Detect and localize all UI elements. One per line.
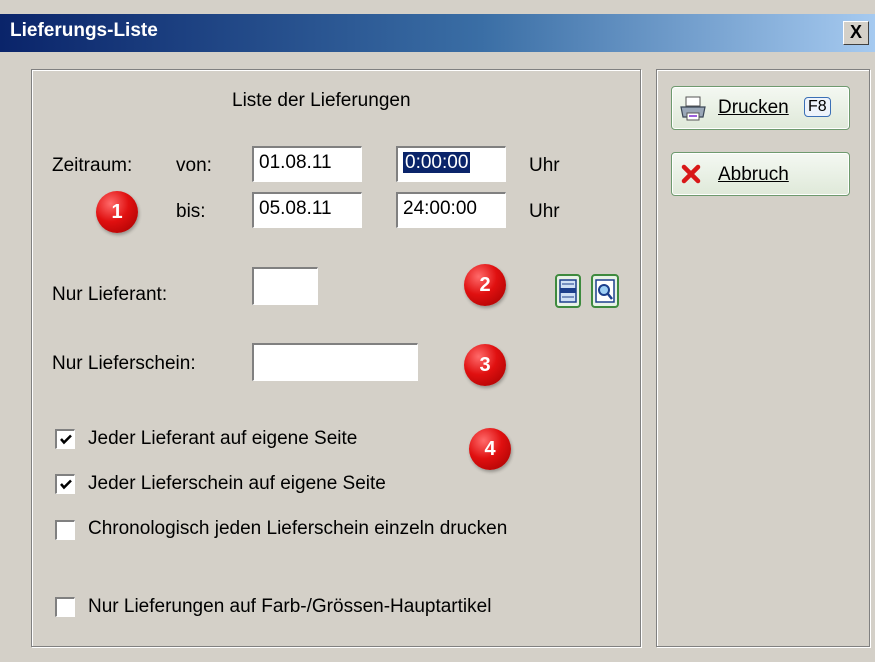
dialog-window: Lieferungs-Liste X Liste der Lieferungen… xyxy=(0,0,875,662)
delivery-note-field[interactable] xyxy=(252,343,418,381)
magnifier-icon xyxy=(595,279,615,303)
window-title: Lieferungs-Liste xyxy=(10,20,158,41)
to-label: bis: xyxy=(176,201,206,222)
print-mnemonic: Drucken xyxy=(718,97,789,118)
supplier-field[interactable] xyxy=(252,267,318,305)
from-time-field[interactable]: 0:00:00 xyxy=(396,146,506,182)
close-button[interactable]: X xyxy=(843,21,869,45)
supplier-search-button[interactable] xyxy=(591,274,619,308)
supplier-list-button[interactable] xyxy=(555,274,581,308)
red-x-icon xyxy=(681,164,701,184)
from-time-value: 0:00:00 xyxy=(403,152,471,173)
print-button[interactable]: Drucken F8 xyxy=(671,86,850,130)
cancel-button[interactable]: Abbruch xyxy=(671,152,850,196)
callout-badge-3: 3 xyxy=(464,344,506,386)
option-label-1[interactable]: Jeder Lieferant auf eigene Seite xyxy=(88,428,357,450)
from-unit-label: Uhr xyxy=(529,155,560,176)
option-label-2[interactable]: Jeder Lieferschein auf eigene Seite xyxy=(88,473,386,495)
from-label: von: xyxy=(176,155,212,176)
delivery-note-label: Nur Lieferschein: xyxy=(52,353,196,374)
callout-badge-2: 2 xyxy=(464,264,506,306)
supplier-label: Nur Lieferant: xyxy=(52,284,168,305)
callout-badge-4: 4 xyxy=(469,428,511,470)
check-icon xyxy=(60,479,72,490)
from-date-field[interactable]: 01.08.11 xyxy=(252,146,362,182)
list-icon xyxy=(559,279,577,303)
checkbox-supplier-own-page[interactable] xyxy=(55,429,75,449)
close-icon: X xyxy=(849,22,862,42)
to-unit-label: Uhr xyxy=(529,201,560,222)
to-date-field[interactable]: 05.08.11 xyxy=(252,192,362,228)
callout-badge-1: 1 xyxy=(96,191,138,233)
print-shortcut-key: F8 xyxy=(804,97,831,117)
title-bar[interactable]: Lieferungs-Liste X xyxy=(0,14,875,52)
option-label-4[interactable]: Nur Lieferungen auf Farb-/Grössen-Haupta… xyxy=(88,596,491,618)
option-label-3[interactable]: Chronologisch jeden Lieferschein einzeln… xyxy=(88,518,507,540)
printer-icon xyxy=(680,96,706,121)
print-button-label: Drucken xyxy=(718,97,789,119)
check-icon xyxy=(60,434,72,445)
cancel-mnemonic: Abbruch xyxy=(718,164,789,185)
group-heading: Liste der Lieferungen xyxy=(232,90,411,111)
checkbox-main-articles-only[interactable] xyxy=(55,597,75,617)
to-time-field[interactable]: 24:00:00 xyxy=(396,192,506,228)
period-label: Zeitraum: xyxy=(52,155,133,176)
checkbox-delivery-note-own-page[interactable] xyxy=(55,474,75,494)
checkbox-chronological[interactable] xyxy=(55,520,75,540)
cancel-button-label: Abbruch xyxy=(718,164,789,186)
